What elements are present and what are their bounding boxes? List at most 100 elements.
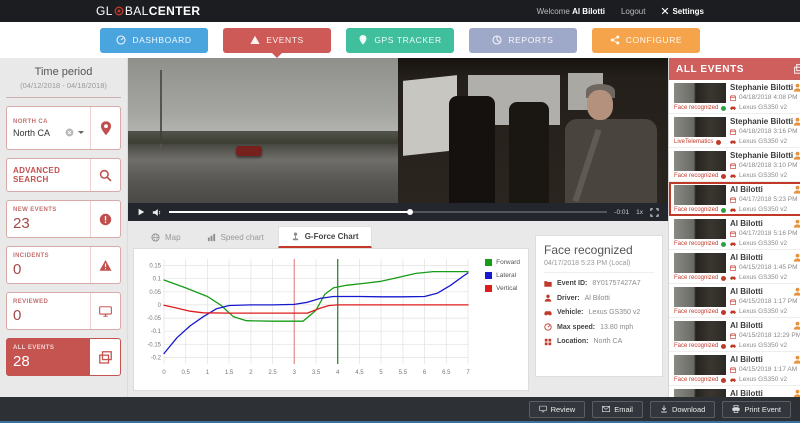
event-driver-name: Stephanie Bilotti bbox=[730, 83, 800, 93]
event-list-item[interactable]: LiveTelematics Stephanie Bilotti 04/18/2… bbox=[669, 114, 800, 148]
counter-value: 0 bbox=[13, 307, 84, 324]
video-seek-bar[interactable] bbox=[169, 211, 607, 213]
calendar-icon bbox=[730, 333, 736, 339]
welcome-text: Welcome Al Bilotti bbox=[537, 7, 605, 16]
driver-photo-icon[interactable] bbox=[793, 83, 800, 92]
counter-new-events[interactable]: NEW EVENTS 23 bbox=[6, 200, 121, 238]
location-pin-icon bbox=[100, 121, 112, 136]
svg-text:0.15: 0.15 bbox=[149, 264, 161, 270]
event-type-caption: Face recognized bbox=[674, 309, 726, 315]
volume-icon[interactable] bbox=[152, 208, 162, 217]
seek-knob[interactable] bbox=[407, 209, 413, 215]
car-icon bbox=[730, 343, 736, 349]
event-type-dot bbox=[721, 378, 726, 383]
region-select-value[interactable]: North CA bbox=[13, 128, 61, 138]
driver-photo-icon[interactable] bbox=[793, 185, 800, 194]
download-button[interactable]: Download bbox=[650, 401, 715, 418]
settings-label: Settings bbox=[672, 7, 704, 16]
gforce-chart: 00.511.522.533.544.555.566.570.150.10.05… bbox=[136, 251, 526, 382]
event-list-item[interactable]: Face recognized Al Bilotti 04/17/2018 5:… bbox=[669, 216, 800, 250]
play-icon[interactable] bbox=[137, 208, 145, 216]
counter-all-events[interactable]: ALL EVENTS 28 bbox=[6, 338, 121, 376]
svg-text:5.5: 5.5 bbox=[399, 370, 408, 376]
driver-photo-icon[interactable] bbox=[793, 321, 800, 330]
event-driver-name: Stephanie Bilotti bbox=[730, 151, 800, 161]
event-list-item[interactable]: Face recognized Stephanie Bilotti 04/18/… bbox=[669, 80, 800, 114]
event-type-dot bbox=[721, 208, 726, 213]
event-date-row: 04/18/2018 3:16 PM bbox=[730, 127, 800, 137]
main-nav: DASHBOARD EVENTS GPS TRACKER REPORTS CON… bbox=[0, 22, 800, 58]
counter-value: 0 bbox=[13, 261, 84, 278]
caret-down-icon[interactable] bbox=[78, 131, 84, 137]
search-icon bbox=[99, 169, 112, 182]
globalcenter-logo: GLBALCENTER bbox=[96, 4, 200, 18]
detail-max-speed: Max speed:13.80 mph bbox=[544, 323, 654, 331]
target-icon bbox=[114, 6, 124, 16]
calendar-icon bbox=[730, 367, 736, 373]
svg-text:0: 0 bbox=[162, 370, 166, 376]
calendar-icon bbox=[730, 197, 736, 203]
nav-events[interactable]: EVENTS bbox=[223, 28, 331, 53]
nav-configure[interactable]: CONFIGURE bbox=[592, 28, 700, 53]
event-thumbnail bbox=[674, 389, 726, 397]
event-details-card: Face recognized 04/17/2018 5:23 PM (Loca… bbox=[535, 235, 663, 377]
car-icon bbox=[730, 377, 736, 383]
event-type-caption: Face recognized bbox=[674, 377, 726, 383]
nav-reports[interactable]: REPORTS bbox=[469, 28, 577, 53]
event-details-title: Face recognized bbox=[544, 243, 654, 257]
advanced-search-card[interactable]: ADVANCED SEARCH bbox=[6, 158, 121, 192]
copy-icon[interactable] bbox=[794, 64, 800, 74]
nav-dashboard[interactable]: DASHBOARD bbox=[100, 28, 208, 53]
envelope-icon bbox=[602, 405, 610, 413]
car-icon bbox=[730, 275, 736, 281]
time-period: Time period (04/12/2018 - 04/18/2018) bbox=[6, 58, 121, 98]
clear-circle-icon[interactable] bbox=[65, 128, 74, 137]
counter-incidents[interactable]: INCIDENTS 0 bbox=[6, 246, 121, 284]
driver-photo-icon[interactable] bbox=[793, 151, 800, 160]
speedometer-icon bbox=[544, 323, 552, 331]
driver-photo-icon[interactable] bbox=[793, 287, 800, 296]
counter-value: 28 bbox=[13, 353, 84, 370]
settings-button[interactable]: Settings bbox=[661, 7, 704, 16]
event-type-dot bbox=[721, 106, 726, 111]
event-list-item[interactable]: Face recognized Al Bilotti 04/15/2018 1:… bbox=[669, 284, 800, 318]
time-period-range: (04/12/2018 - 04/18/2018) bbox=[8, 81, 119, 90]
driver-photo-icon[interactable] bbox=[793, 389, 800, 397]
event-date-row: 04/18/2018 3:10 PM bbox=[730, 161, 800, 171]
driver-photo-icon[interactable] bbox=[793, 355, 800, 364]
svg-text:1.5: 1.5 bbox=[225, 370, 234, 376]
svg-text:0: 0 bbox=[158, 303, 162, 309]
filter-sidebar: Time period (04/12/2018 - 04/18/2018) NO… bbox=[0, 58, 128, 397]
tab-speed-chart[interactable]: Speed chart bbox=[195, 226, 276, 248]
svg-text:7: 7 bbox=[466, 370, 470, 376]
event-list-item[interactable]: Face recognized Al Bilotti 04/15/2018 12… bbox=[669, 318, 800, 352]
email-button[interactable]: Email bbox=[592, 401, 643, 418]
svg-text:4: 4 bbox=[336, 370, 340, 376]
tab-map[interactable]: Map bbox=[139, 226, 193, 248]
pin-icon bbox=[358, 35, 368, 45]
counter-reviewed[interactable]: REVIEWED 0 bbox=[6, 292, 121, 330]
playback-speed[interactable]: 1x bbox=[636, 209, 643, 216]
nav-gps-tracker[interactable]: GPS TRACKER bbox=[346, 28, 454, 53]
event-list-item[interactable]: Al Bilotti bbox=[669, 386, 800, 397]
driver-photo-icon[interactable] bbox=[793, 219, 800, 228]
print-event-button[interactable]: Print Event bbox=[722, 401, 791, 418]
region-filter-card[interactable]: NORTH CA North CA bbox=[6, 106, 121, 150]
joystick-icon bbox=[291, 232, 300, 241]
event-list-item[interactable]: Face recognized Al Bilotti 04/17/2018 5:… bbox=[669, 182, 800, 216]
tab-gforce-chart[interactable]: G-Force Chart bbox=[278, 226, 372, 248]
event-thumbnail bbox=[674, 219, 726, 239]
event-type-dot bbox=[721, 344, 726, 349]
review-button[interactable]: Review bbox=[529, 401, 586, 418]
logo-text-center: CENTER bbox=[149, 4, 201, 18]
event-driver-name: Al Bilotti bbox=[730, 321, 800, 331]
fullscreen-icon[interactable] bbox=[650, 208, 659, 217]
driver-photo-icon[interactable] bbox=[793, 253, 800, 262]
event-list-item[interactable]: Face recognized Stephanie Bilotti 04/18/… bbox=[669, 148, 800, 182]
lower-center: Map Speed chart G-Force Chart 00.511.522… bbox=[128, 221, 668, 397]
legend-entry: Forward bbox=[485, 259, 520, 266]
logout-link[interactable]: Logout bbox=[621, 7, 645, 16]
driver-photo-icon[interactable] bbox=[793, 117, 800, 126]
event-list-item[interactable]: Face recognized Al Bilotti 04/15/2018 1:… bbox=[669, 250, 800, 284]
event-list-item[interactable]: Face recognized Al Bilotti 04/15/2018 1:… bbox=[669, 352, 800, 386]
